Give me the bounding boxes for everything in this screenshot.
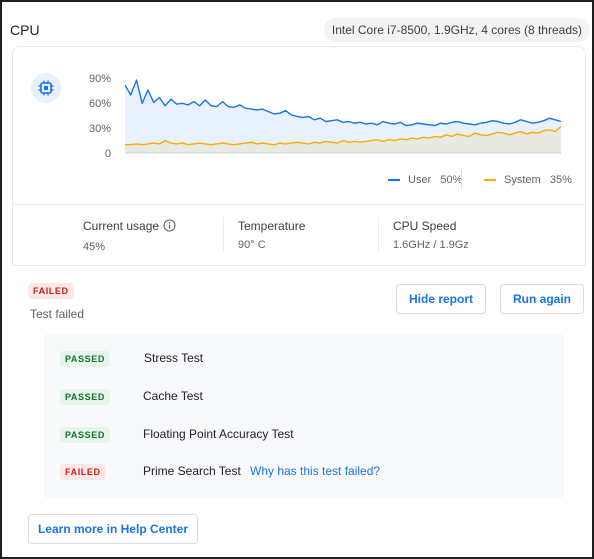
legend-system-label: System xyxy=(504,174,541,186)
legend-divider xyxy=(461,170,462,190)
chart-card: 90% 60% 30% 0 User 50% System 35% xyxy=(12,46,586,204)
test-status-badge: PASSED xyxy=(60,351,110,367)
test-name: Prime Search Test xyxy=(143,464,241,478)
temperature-label: Temperature xyxy=(238,219,306,233)
stat-cpu-speed: CPU Speed 1.6GHz / 1.9Gz xyxy=(393,219,469,251)
test-name: Floating Point Accuracy Test xyxy=(143,427,294,441)
y-tick-label: 0 xyxy=(104,148,111,160)
result-status-badge: FAILED xyxy=(28,283,74,299)
test-name: Cache Test xyxy=(143,389,203,403)
page-title: CPU xyxy=(10,22,40,38)
user-swatch xyxy=(388,179,400,182)
test-status-badge: FAILED xyxy=(60,464,106,480)
system-swatch xyxy=(484,179,496,182)
result-text: Test failed xyxy=(30,307,85,321)
y-tick-label: 60% xyxy=(88,98,111,110)
current-usage-label: Current usage xyxy=(83,219,160,233)
cpu-usage-chart xyxy=(125,79,562,154)
legend-system: System 35% xyxy=(484,174,572,186)
y-tick-label: 90% xyxy=(88,73,111,85)
header: CPU Intel Core i7-8500, 1.9GHz, 4 cores … xyxy=(2,2,592,48)
stat-divider xyxy=(223,217,224,251)
legend-system-value: 35% xyxy=(549,174,572,186)
legend-user-label: User xyxy=(408,174,432,186)
y-tick-label: 30% xyxy=(88,123,111,135)
cpu-diagnostics-panel: CPU Intel Core i7-8500, 1.9GHz, 4 cores … xyxy=(0,0,594,559)
run-again-button[interactable]: Run again xyxy=(500,284,584,314)
help-center-button[interactable]: Learn more in Help Center xyxy=(28,514,198,544)
stat-temperature: Temperature 90° C xyxy=(238,219,305,251)
legend-user: User 50% xyxy=(388,174,462,186)
cpu-icon xyxy=(31,73,61,103)
temperature-value: 90° C xyxy=(238,239,266,251)
test-status-badge: PASSED xyxy=(60,389,110,405)
stat-divider xyxy=(378,217,379,251)
cpu-speed-label: CPU Speed xyxy=(393,219,457,233)
test-name: Stress Test xyxy=(144,351,204,365)
legend-user-value: 50% xyxy=(440,174,463,186)
stats-row: Current usage 45% Temperature 90° C CPU … xyxy=(12,204,586,266)
stat-current-usage: Current usage 45% xyxy=(83,219,176,253)
why-failed-link[interactable]: Why has this test failed? xyxy=(250,464,380,478)
cpu-speed-value: 1.6GHz / 1.9Gz xyxy=(393,239,469,251)
test-status-badge: PASSED xyxy=(60,427,110,443)
test-results-list: PASSED Stress Test PASSED Cache Test PAS… xyxy=(44,334,564,498)
info-icon[interactable] xyxy=(163,219,176,235)
processor-chip: Intel Core i7-8500, 1.9GHz, 4 cores (8 t… xyxy=(323,18,590,42)
hide-report-button[interactable]: Hide report xyxy=(396,284,486,314)
current-usage-value: 45% xyxy=(83,241,106,253)
